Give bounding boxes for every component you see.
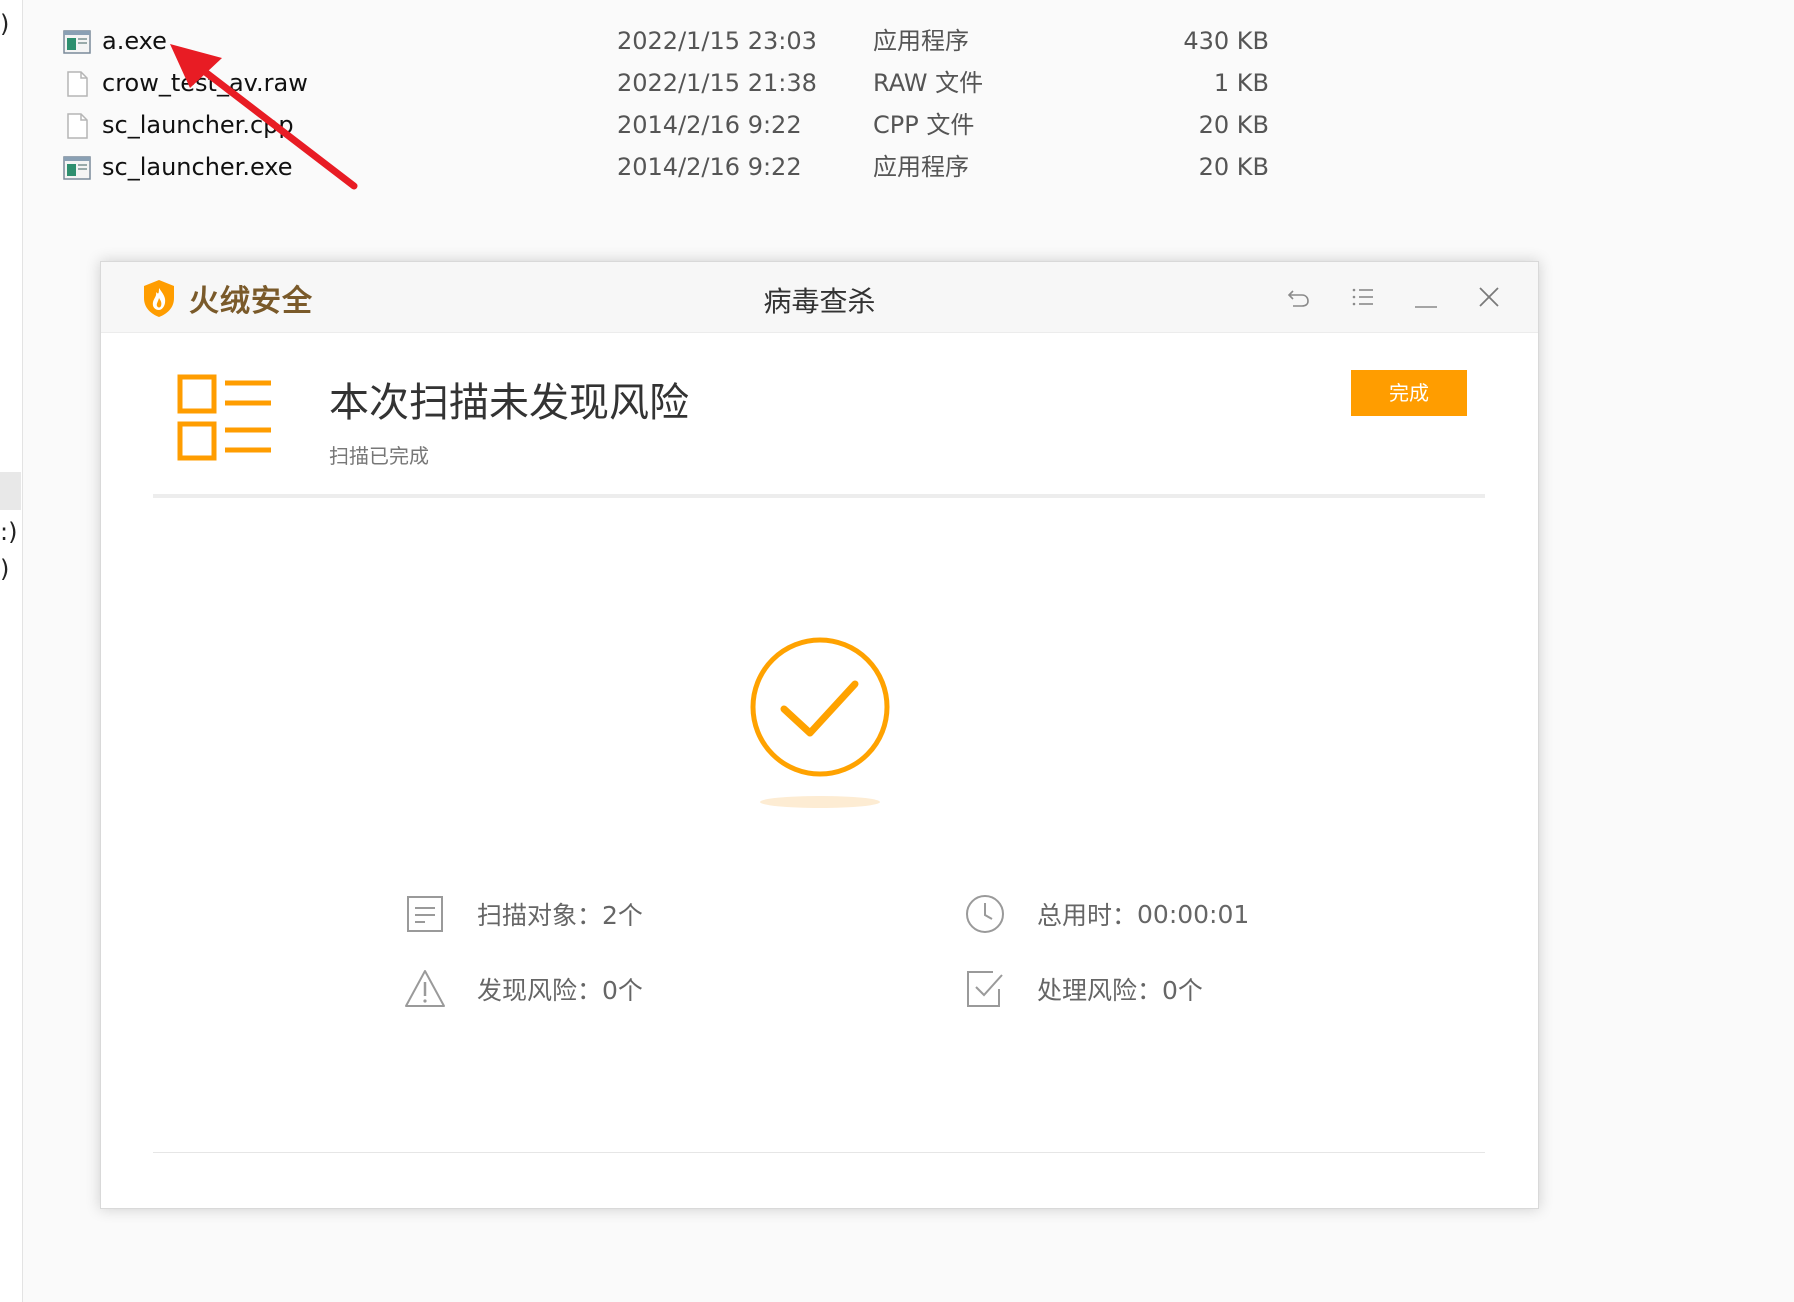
stat-label: 发现风险： bbox=[477, 976, 603, 1005]
file-size: 20 KB bbox=[1198, 111, 1269, 139]
stat-label: 处理风险： bbox=[1037, 976, 1163, 1005]
file-name: a.exe bbox=[102, 27, 167, 55]
file-type: CPP 文件 bbox=[873, 111, 975, 139]
divider bbox=[153, 1152, 1485, 1153]
warning-icon bbox=[405, 970, 445, 1007]
menu-icon[interactable] bbox=[1348, 282, 1378, 312]
document-icon bbox=[407, 896, 443, 932]
stat-scan-targets: 扫描对象： 2个 bbox=[403, 892, 643, 936]
file-date: 2014/2/16 9:22 bbox=[617, 153, 802, 181]
file-type: 应用程序 bbox=[873, 27, 969, 55]
stat-value: 0个 bbox=[1162, 976, 1203, 1005]
nav-item-fragment[interactable]: :) bbox=[0, 518, 17, 546]
stat-value: 2个 bbox=[602, 901, 643, 930]
file-icon bbox=[67, 113, 88, 139]
stat-risks-found: 发现风险： 0个 bbox=[403, 967, 643, 1011]
exe-icon bbox=[63, 156, 91, 180]
back-icon[interactable] bbox=[1284, 282, 1314, 312]
scan-report-icon bbox=[177, 374, 271, 461]
navigation-pane: ) :) ) bbox=[0, 0, 23, 1302]
divider bbox=[153, 494, 1485, 498]
file-date: 2022/1/15 21:38 bbox=[617, 69, 817, 97]
file-size: 430 KB bbox=[1183, 27, 1269, 55]
file-type: 应用程序 bbox=[873, 153, 969, 181]
annotation-arrow bbox=[170, 44, 358, 190]
file-size: 20 KB bbox=[1198, 153, 1269, 181]
file-icon bbox=[67, 71, 88, 97]
clock-icon bbox=[966, 895, 1004, 933]
stat-risks-handled: 处理风险： 0个 bbox=[963, 967, 1203, 1011]
stat-label: 扫描对象： bbox=[477, 901, 603, 930]
file-type: RAW 文件 bbox=[873, 69, 984, 97]
stat-label: 总用时： bbox=[1037, 901, 1138, 930]
scan-result-headline: 本次扫描未发现风险 bbox=[329, 380, 689, 426]
scan-status-text: 扫描已完成 bbox=[329, 444, 429, 468]
minimize-icon[interactable] bbox=[1411, 282, 1441, 312]
done-button[interactable]: 完成 bbox=[1351, 370, 1467, 416]
checkbox-checked-icon bbox=[967, 971, 1003, 1007]
nav-item-fragment[interactable]: ) bbox=[0, 555, 9, 583]
stat-value: 0个 bbox=[602, 976, 643, 1005]
dialog-title: 病毒查杀 bbox=[763, 285, 876, 318]
virus-scan-dialog: 火绒安全 病毒查杀 本次扫描未发现风险 扫描已完成 完成 扫描对象： 2个 发现… bbox=[100, 261, 1539, 1209]
stat-total-time: 总用时： 00:00:01 bbox=[963, 892, 1249, 936]
success-check-icon bbox=[750, 637, 890, 808]
file-date: 2014/2/16 9:22 bbox=[617, 111, 802, 139]
stat-value: 00:00:01 bbox=[1137, 899, 1250, 929]
nav-selected-item[interactable] bbox=[0, 472, 21, 510]
close-icon[interactable] bbox=[1474, 282, 1504, 312]
title-bar[interactable]: 火绒安全 病毒查杀 bbox=[101, 262, 1538, 333]
exe-icon bbox=[63, 30, 91, 54]
file-date: 2022/1/15 23:03 bbox=[617, 27, 817, 55]
file-size: 1 KB bbox=[1213, 69, 1269, 97]
nav-item-fragment[interactable]: ) bbox=[0, 10, 9, 38]
